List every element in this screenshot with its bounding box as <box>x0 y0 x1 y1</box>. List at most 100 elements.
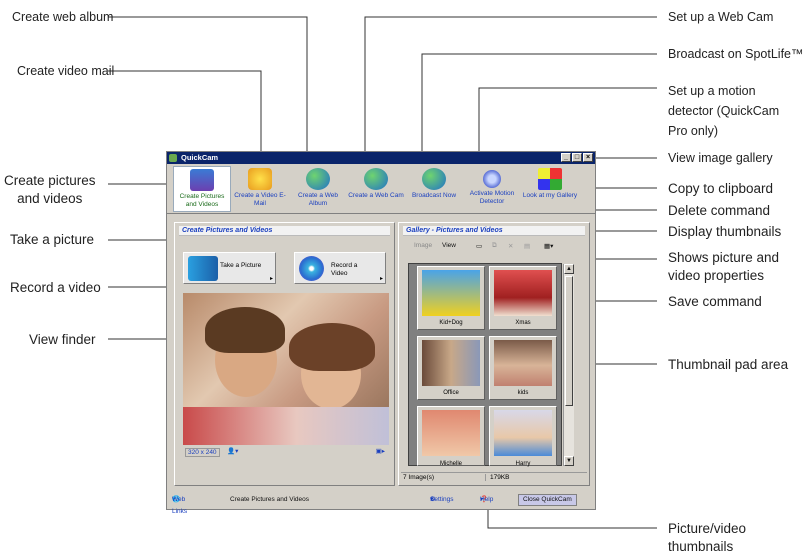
gallery-toolbar: Image View ▭ ⧉ ✕ ▤ ▦▾ <box>404 240 590 254</box>
gallery-title: Gallery - Pictures and Videos <box>403 226 585 236</box>
web-album-icon <box>306 168 330 190</box>
toolbar-create-video-email[interactable]: Create a Video E-Mail <box>231 166 289 212</box>
video-disc-icon <box>299 256 324 281</box>
camera-settings-icon[interactable]: 👤▾ <box>227 447 238 455</box>
scroll-down-icon[interactable]: ▼ <box>564 456 574 466</box>
thumbnail-image <box>494 410 552 456</box>
toolbar-broadcast-now[interactable]: Broadcast Now <box>405 166 463 212</box>
resolution-dropdown[interactable]: 320 x 240 <box>185 448 220 457</box>
thumbnail-image <box>494 270 552 316</box>
toolbar-create-web-album[interactable]: Create a Web Album <box>289 166 347 212</box>
toolbar-label: Look at my Gallery <box>522 192 578 199</box>
thumbnail-caption: Xmas <box>515 320 531 326</box>
thumbnail-caption: Michelle <box>439 461 462 467</box>
thumbnail-image <box>494 340 552 386</box>
viewfinder-hair-child1 <box>205 307 285 353</box>
thumbnail-item[interactable]: Office <box>417 336 485 400</box>
close-quickcam-button[interactable]: Close QuickCam <box>518 494 577 506</box>
thumbnail-caption: Office <box>443 390 459 396</box>
minimize-button[interactable]: _ <box>561 153 571 162</box>
thumbnail-caption: Kid+Dog <box>439 320 463 326</box>
status-text: Create Pictures and Videos <box>230 496 310 503</box>
callout-view-finder: View finder <box>29 332 96 347</box>
delete-icon[interactable]: ✕ <box>508 242 513 250</box>
scroll-up-icon[interactable]: ▲ <box>564 264 574 274</box>
callout-save-command: Save command <box>668 294 762 309</box>
web-links-menu[interactable]: 🌐 Web Links ▾ <box>172 494 187 515</box>
callout-view-gallery: View image gallery <box>668 151 773 165</box>
toolbar-create-web-cam[interactable]: Create a Web Cam <box>347 166 405 212</box>
toolbar-label: Create a Video E-Mail <box>234 192 286 207</box>
gallery-size: 179KB <box>485 474 510 481</box>
toolbar-label: Create Pictures and Videos <box>179 193 225 208</box>
main-toolbar: Create Pictures and Videos Create a Vide… <box>167 164 595 214</box>
callout-broadcast-spotlife: Broadcast on SpotLife™ <box>668 47 804 61</box>
record-video-label: Record a Video <box>331 262 358 277</box>
toolbar-look-at-gallery[interactable]: Look at my Gallery <box>521 166 579 212</box>
help-menu[interactable]: ❓ Help ▾ <box>480 494 493 506</box>
properties-icon[interactable]: ▤ <box>524 242 530 250</box>
help-label: Help <box>480 496 494 503</box>
toolbar-create-pictures-videos[interactable]: Create Pictures and Videos <box>173 166 231 212</box>
settings-menu[interactable]: ⚙ Settings ▾ <box>430 494 454 506</box>
take-picture-label: Take a Picture <box>220 262 262 269</box>
image-count: 7 Image(s) <box>403 474 435 481</box>
callout-picture-video-thumbnails: Picture/video thumbnails <box>668 521 747 555</box>
thumbnail-image <box>422 410 480 456</box>
viewfinder-hair-child2 <box>289 323 375 371</box>
thumbnail-item[interactable]: Kid+Dog <box>417 266 485 330</box>
video-mail-icon <box>248 168 272 190</box>
thumbnail-scrollbar[interactable]: ▲ ▼ <box>563 264 574 466</box>
close-window-button[interactable]: × <box>583 153 593 162</box>
arrow-right-icon: ▸ <box>269 276 273 282</box>
web-cam-icon <box>364 168 388 190</box>
toolbar-activate-motion-detector[interactable]: Activate Motion Detector <box>463 166 521 212</box>
thumbnail-item[interactable]: Harry <box>489 406 557 467</box>
callout-display-thumbnails: Display thumbnails <box>668 224 782 239</box>
capture-options-icon[interactable]: ▣▸ <box>376 447 385 455</box>
image-menu[interactable]: Image <box>414 242 432 249</box>
callout-create-video-mail: Create video mail <box>17 64 115 78</box>
scroll-thumb[interactable] <box>565 276 573 406</box>
thumbnail-caption: Harry <box>515 461 531 467</box>
maximize-button[interactable]: □ <box>572 153 582 162</box>
thumbnail-caption: kids <box>517 390 529 396</box>
title-bar: QuickCam _ □ × <box>167 152 595 164</box>
viewfinder-controls: 320 x 240 👤▾ ▣▸ <box>183 446 389 460</box>
callout-properties: Shows picture and video properties <box>668 250 780 284</box>
callout-motion-detector: Set up a motion detector (QuickCam Pro o… <box>668 84 780 138</box>
arrow-right-icon: ▸ <box>379 276 383 282</box>
callout-thumbnail-pad: Thumbnail pad area <box>668 357 789 372</box>
thumbnail-item[interactable]: Xmas <box>489 266 557 330</box>
copy-icon[interactable]: ⧉ <box>492 242 497 250</box>
take-picture-button[interactable]: Take a Picture ▸ <box>183 252 276 284</box>
thumbnail-item[interactable]: kids <box>489 336 557 400</box>
web-links-label: Web Links <box>172 496 188 515</box>
thumbnail-pad: Kid+Dog Xmas Office kids Michelle Harry <box>408 263 562 467</box>
thumbnail-item[interactable]: Michelle <box>417 406 485 467</box>
thumbnail-image <box>422 270 480 316</box>
camera-pictures-icon <box>190 169 214 191</box>
callout-delete-command: Delete command <box>668 203 771 218</box>
quickcam-app-icon <box>169 154 177 162</box>
callout-copy-clipboard: Copy to clipboard <box>668 181 774 196</box>
thumbnail-image <box>422 340 480 386</box>
save-icon[interactable]: ▭ <box>476 242 482 250</box>
view-finder <box>183 293 389 445</box>
record-video-button[interactable]: Record a Video ▸ <box>294 252 386 284</box>
gallery-status-bar: 7 Image(s) 179KB <box>401 472 587 483</box>
callout-set-up-web-cam: Set up a Web Cam <box>668 10 774 24</box>
window-title: QuickCam <box>181 153 219 162</box>
bottom-bar: 🌐 Web Links ▾ Create Pictures and Videos… <box>168 494 594 515</box>
toolbar-label: Create a Web Cam <box>348 192 404 199</box>
toolbar-label: Activate Motion Detector <box>469 190 515 205</box>
viewfinder-shirts <box>183 407 389 445</box>
callout-take-picture: Take a picture <box>10 232 95 247</box>
thumbnail-view-icon[interactable]: ▦▾ <box>544 242 553 250</box>
film-camera-icon <box>188 256 218 281</box>
callout-create-web-album: Create web album <box>12 10 114 24</box>
callout-create-pictures-videos: Create pictures and videos <box>4 173 96 207</box>
toolbar-label: Create a Web Album <box>298 192 338 207</box>
callout-record-video: Record a video <box>10 280 101 295</box>
view-menu[interactable]: View <box>442 242 456 249</box>
